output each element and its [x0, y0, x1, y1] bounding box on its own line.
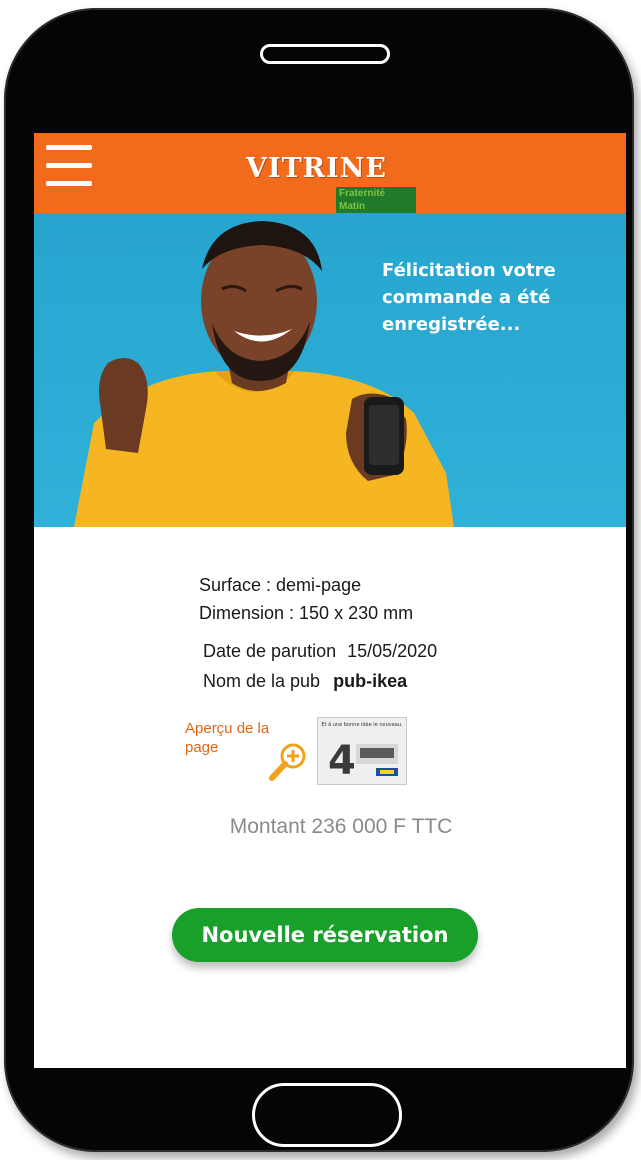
publication-date-label: Date de parution [203, 641, 337, 661]
vitrine-logo: VITRINE Fraternité Matin [246, 153, 416, 213]
phone-frame: VITRINE Fraternité Matin Félicitation vo… [4, 8, 634, 1152]
ad-name-label: Nom de la pub [203, 671, 321, 691]
menu-icon[interactable] [46, 145, 92, 187]
ad-thumbnail-image: Et à une bonne idée le nouveau. 4 [318, 718, 406, 784]
app-header: VITRINE Fraternité Matin [34, 133, 626, 213]
surface-text: Surface : demi-page [199, 575, 362, 595]
publication-date-row: Date de parution 15/05/2020 [203, 641, 437, 662]
phone-speaker [260, 44, 390, 64]
dimension-text: Dimension : 150 x 230 mm [199, 603, 414, 623]
new-reservation-button[interactable]: Nouvelle réservation [172, 908, 478, 962]
svg-text:4: 4 [328, 738, 356, 784]
publication-date-value: 15/05/2020 [347, 641, 438, 661]
page-preview-link[interactable]: Aperçu de la page [185, 719, 275, 757]
ad-name-row: Nom de la pub pub-ikea [203, 671, 407, 692]
app-screen: VITRINE Fraternité Matin Félicitation vo… [34, 133, 626, 1068]
ad-name-value: pub-ikea [333, 671, 408, 691]
hero-banner: Félicitation votre commande a été enregi… [34, 213, 626, 527]
logo-title: VITRINE [246, 153, 387, 184]
zoom-in-icon[interactable] [266, 739, 310, 783]
amount-total: Montant 236 000 F TTC [229, 815, 453, 838]
page-preview-thumbnail[interactable]: Et à une bonne idée le nouveau. 4 [317, 717, 407, 785]
home-button[interactable] [252, 1083, 402, 1147]
thumbnail-caption: Et à une bonne idée le nouveau. [321, 721, 403, 728]
order-details: Surface : demi-page Dimension : 150 x 23… [34, 527, 626, 1068]
logo-subtitle: Fraternité Matin [336, 187, 416, 213]
confirmation-message: Félicitation votre commande a été enregi… [382, 260, 556, 335]
